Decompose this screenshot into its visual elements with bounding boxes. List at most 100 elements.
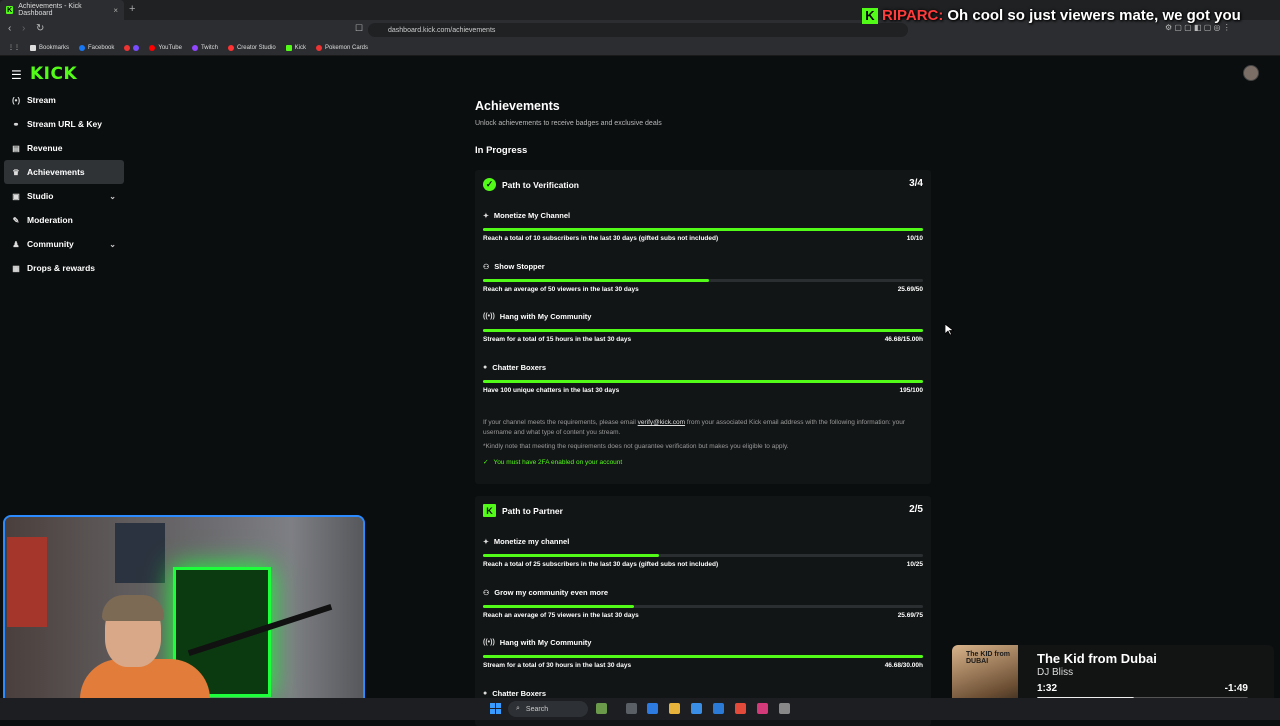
sidebar-item-label: Revenue (27, 143, 63, 153)
pinterest-icon (124, 44, 131, 51)
chevron-down-icon[interactable]: ⌄ (109, 192, 116, 201)
browser-app-icon[interactable] (735, 703, 746, 714)
stream-chat-overlay: K RIPARC: Oh cool so just viewers mate, … (862, 7, 1241, 24)
sidebar-item-label: Studio (27, 191, 54, 201)
verification-disclaimer: *Kindly note that meeting the requiremen… (483, 443, 789, 450)
requirement-description: Reach an average of 75 viewers in the la… (483, 612, 639, 619)
studio-icon: ▣ (12, 191, 20, 201)
webcam-red-cloth (7, 537, 47, 627)
twofa-requirement: ✓ You must have 2FA enabled on your acco… (483, 458, 623, 467)
facebook-icon (79, 44, 86, 51)
kick-logo[interactable]: KICK (30, 64, 77, 84)
apps-grid-icon[interactable]: ⋮⋮ (8, 44, 20, 51)
bookmark-item[interactable]: Twitch (191, 44, 218, 51)
sidebar-item-stream-url-key[interactable]: ⚭ Stream URL & Key (4, 112, 124, 136)
pokemon-icon (316, 44, 322, 51)
card-progress-count: 3/4 (909, 178, 923, 189)
requirement-value: 46.68/30.00h (884, 662, 923, 669)
app-icon[interactable] (779, 703, 790, 714)
song-title: The Kid from Dubai (1037, 651, 1157, 666)
stream-icon: (•) (12, 95, 21, 105)
verification-note: If your channel meets the requirements, … (483, 419, 906, 436)
widgets-icon[interactable] (596, 703, 607, 714)
song-artist: DJ Bliss (1037, 667, 1074, 678)
mail-icon[interactable] (713, 703, 724, 714)
media-app-icon[interactable] (757, 703, 768, 714)
overlay-message: Oh cool so just viewers mate, we got you (947, 7, 1241, 24)
bookmark-star-icon[interactable]: ☐ (355, 23, 363, 34)
progress-fill (483, 655, 923, 658)
search-label: Search (525, 705, 549, 713)
requirement-description: Reach a total of 10 subscribers in the l… (483, 235, 719, 242)
revenue-icon: ▤ (12, 143, 20, 153)
bookmark-item[interactable]: Pokemon Cards (316, 44, 368, 51)
extensions-icon[interactable]: ⚙ ▢ ▢ ◧ ▢ ◎ ⋮ (1165, 23, 1231, 32)
twofa-text: You must have 2FA enabled on your accoun… (493, 458, 623, 466)
community-icon: ♟ (12, 239, 20, 249)
browser-tab[interactable]: K Achievements - Kick Dashboard × (0, 0, 124, 20)
sidebar-item-label: Community (27, 239, 74, 249)
folder-icon (30, 44, 36, 51)
webcam-overlay (3, 515, 365, 715)
requirement-value: 195/100 (899, 387, 924, 394)
viewers-icon: ⚇ (483, 263, 490, 271)
sidebar-item-community[interactable]: ♟ Community ⌄ (4, 232, 124, 256)
requirement-title: Monetize my channel (493, 537, 570, 546)
achievement-card-partner: K Path to Partner 2/5 ✦ Monetize my chann… (475, 496, 931, 726)
sidebar-item-stream[interactable]: (•) Stream (4, 88, 124, 112)
sidebar-item-label: Achievements (27, 167, 85, 177)
tab-close-icon[interactable]: × (113, 6, 118, 15)
sidebar-item-achievements[interactable]: ♛ Achievements (4, 160, 124, 184)
edge-icon[interactable] (647, 703, 658, 714)
card-progress-count: 2/5 (909, 504, 923, 515)
progress-fill (483, 554, 659, 557)
taskbar-search[interactable]: ⌕ Search (508, 701, 588, 717)
card-header: ✓ Path to Verification (483, 178, 579, 191)
sidebar-item-drops-rewards[interactable]: ▦ Drops & rewards (4, 256, 124, 280)
section-heading: In Progress (475, 145, 528, 156)
progress-bar (483, 380, 923, 383)
new-tab-button[interactable]: + (129, 3, 135, 15)
requirement-title: Chatter Boxers (492, 689, 547, 698)
url-field[interactable]: dashboard.kick.com/achievements (368, 23, 908, 37)
file-explorer-icon[interactable] (669, 703, 680, 714)
requirement-description: Stream for a total of 30 hours in the la… (483, 662, 632, 669)
bookmark-item[interactable]: Bookmarks (30, 44, 69, 51)
forward-icon[interactable]: › (22, 23, 25, 34)
store-icon[interactable] (691, 703, 702, 714)
sidebar-item-moderation[interactable]: ✎ Moderation (4, 208, 124, 232)
task-view-icon[interactable] (626, 703, 637, 714)
bookmark-item[interactable]: YouTube (149, 44, 182, 51)
menu-hamburger-icon[interactable]: ☰ (11, 68, 22, 82)
extension-icon (133, 44, 140, 51)
requirement-title: Monetize My Channel (493, 211, 571, 220)
progress-fill (483, 380, 923, 383)
bookmark-item[interactable]: Facebook (79, 44, 114, 51)
sidebar-item-label: Moderation (27, 215, 73, 225)
sidebar-item-label: Stream URL & Key (27, 119, 102, 129)
back-icon[interactable]: ‹ (8, 23, 11, 34)
sparkle-icon: ✦ (483, 212, 489, 220)
youtube-icon (149, 44, 156, 51)
progress-bar (483, 228, 923, 231)
page-title: Achievements (475, 99, 560, 113)
card-title: Path to Partner (502, 505, 563, 516)
overlay-username: RIPARC: (882, 7, 944, 24)
requirement-title: Grow my community even more (494, 588, 609, 597)
reload-icon[interactable]: ↻ (36, 23, 44, 34)
requirement-value: 10/25 (906, 561, 923, 568)
sidebar-item-studio[interactable]: ▣ Studio ⌄ (4, 184, 124, 208)
bookmark-item[interactable]: Kick (285, 44, 306, 51)
sidebar-item-revenue[interactable]: ▤ Revenue (4, 136, 124, 160)
verify-email-link[interactable]: verify@kick.com (638, 419, 685, 426)
chevron-down-icon[interactable]: ⌄ (109, 240, 116, 249)
requirement-title: Chatter Boxers (492, 363, 547, 372)
chat-bubble-icon: ● (483, 690, 488, 697)
viewers-icon: ⚇ (483, 589, 490, 597)
bookmark-item[interactable]: Creator Studio (227, 44, 276, 51)
bookmark-item[interactable] (124, 44, 140, 51)
progress-fill (483, 279, 710, 282)
windows-start-icon[interactable] (490, 703, 501, 714)
creator-studio-icon (227, 44, 234, 51)
avatar[interactable] (1243, 65, 1259, 81)
